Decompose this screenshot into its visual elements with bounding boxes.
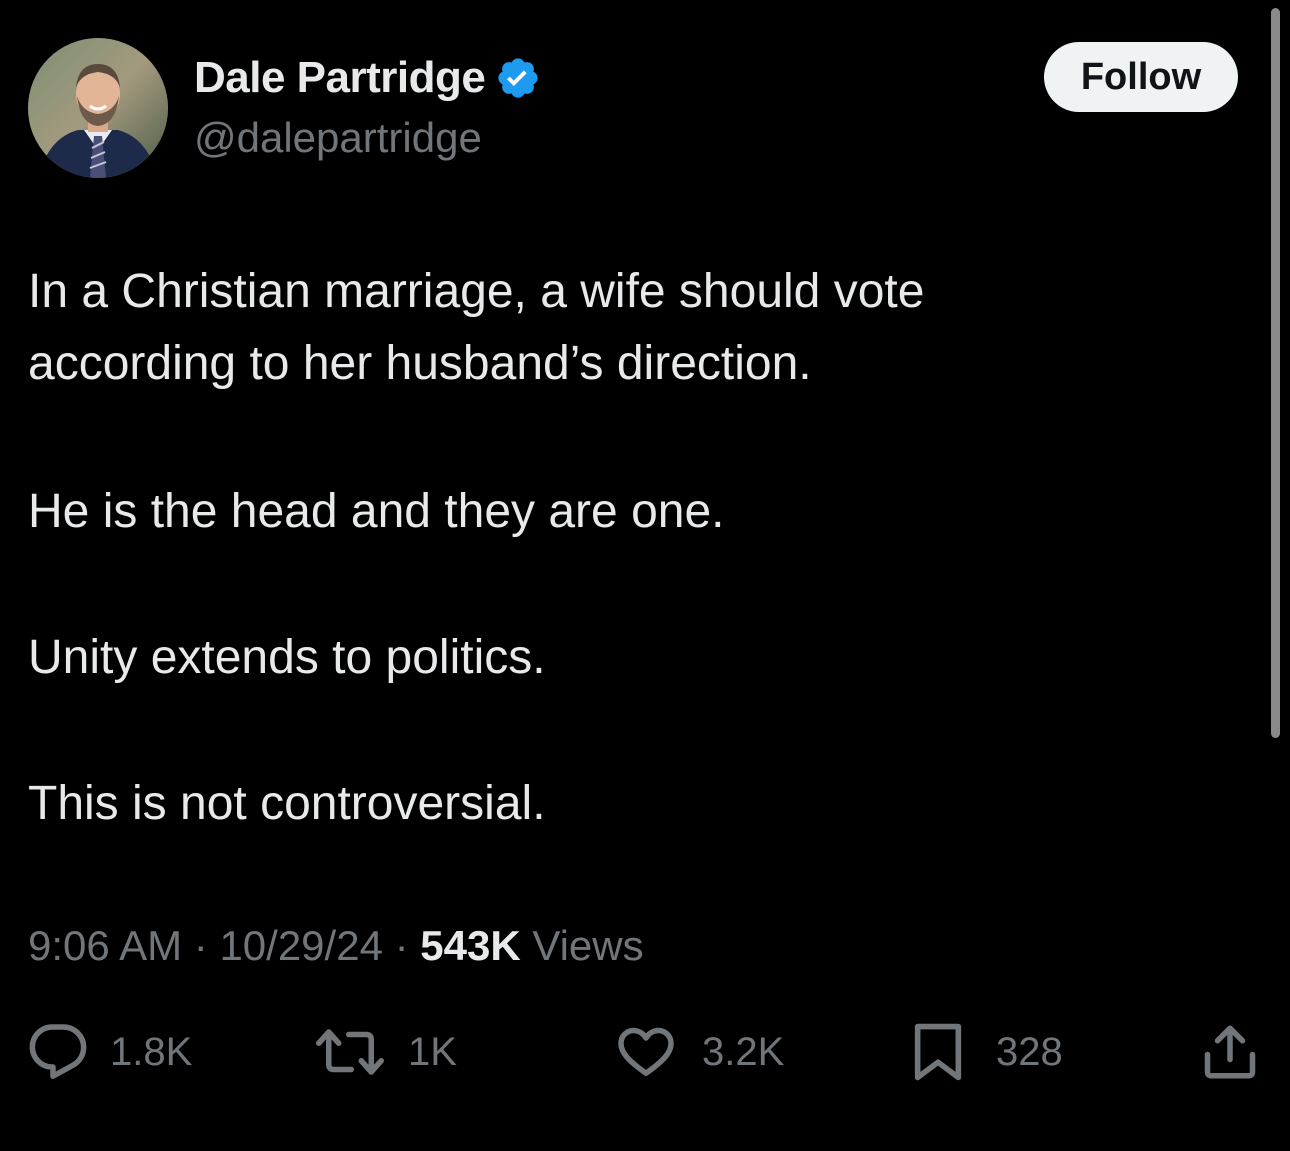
share-icon (1200, 1022, 1260, 1082)
verified-badge-icon[interactable] (495, 55, 541, 101)
follow-button[interactable]: Follow (1044, 42, 1238, 112)
tweet-time[interactable]: 9:06 AM (28, 922, 182, 969)
display-name-row: Dale Partridge (194, 52, 541, 104)
reply-button[interactable]: 1.8K (28, 1022, 192, 1082)
tweet-text-line-2: according to her husband’s direction. (28, 337, 812, 390)
avatar[interactable] (28, 38, 168, 178)
bookmark-button[interactable]: 328 (910, 1022, 1063, 1082)
bookmark-icon (910, 1021, 966, 1083)
scrollbar[interactable] (1271, 8, 1280, 738)
views-label: Views (532, 922, 644, 969)
repost-icon (316, 1022, 384, 1082)
display-name[interactable]: Dale Partridge (194, 53, 486, 103)
like-count: 3.2K (702, 1029, 785, 1074)
reply-icon (28, 1022, 88, 1082)
tweet-text-line-1: In a Christian marriage, a wife should v… (28, 265, 925, 318)
tweet-text-line-4: Unity extends to politics. (28, 631, 546, 684)
heart-icon (616, 1022, 676, 1082)
tweet-meta: 9:06 AM · 10/29/24 · 543K Views (28, 922, 644, 970)
views-count[interactable]: 543K (420, 922, 520, 969)
tweet-date[interactable]: 10/29/24 (219, 922, 383, 969)
repost-button[interactable]: 1K (316, 1022, 457, 1082)
tweet-text-line-5: This is not controversial. (28, 777, 546, 830)
tweet-text-line-3: He is the head and they are one. (28, 485, 725, 538)
meta-separator: · (193, 922, 220, 969)
handle[interactable]: @dalepartridge (194, 114, 482, 162)
like-button[interactable]: 3.2K (616, 1022, 784, 1082)
reply-count: 1.8K (110, 1029, 193, 1074)
tweet-card: Dale Partridge @dalepartridge Follow In … (0, 0, 1290, 1151)
repost-count: 1K (408, 1029, 457, 1074)
meta-separator: · (394, 922, 421, 969)
bookmark-count: 328 (996, 1029, 1063, 1074)
share-button[interactable] (1200, 1022, 1260, 1082)
